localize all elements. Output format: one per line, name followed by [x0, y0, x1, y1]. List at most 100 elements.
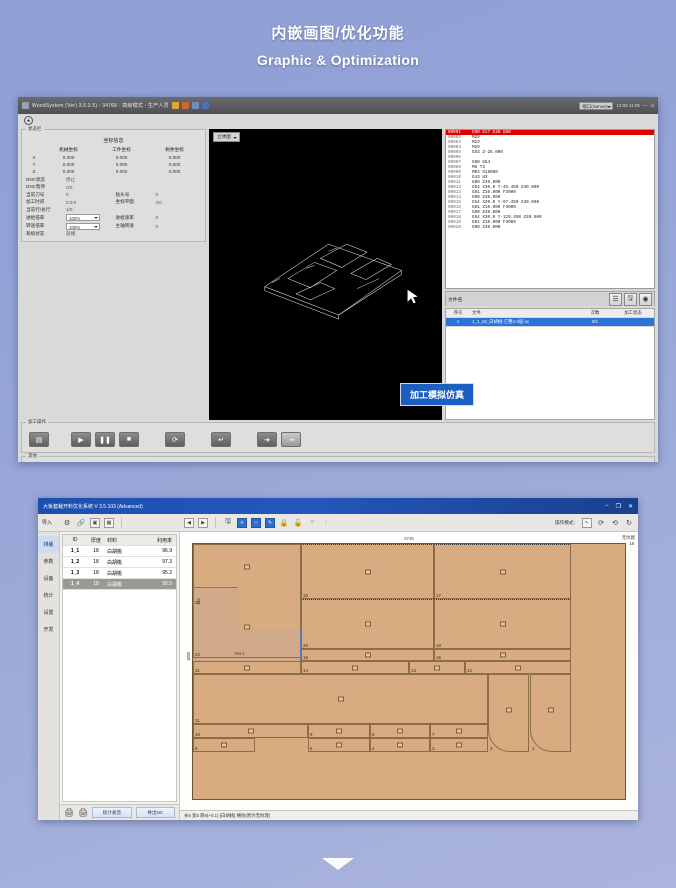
align-icon[interactable]: ≡	[307, 518, 317, 528]
pause-button[interactable]: ❚❚	[95, 432, 115, 447]
sheet-material: 白胡桃	[107, 581, 123, 588]
sidebar-item-stats[interactable]: 统计	[38, 587, 59, 604]
list-item[interactable]: 20	[301, 599, 434, 649]
list-icon[interactable]: ☰	[609, 292, 622, 306]
nesting-layout-canvas[interactable]: 18 1830 23 22 763.2 752 19 17 20 18 16 1…	[182, 541, 636, 810]
link-icon[interactable]: 🔗	[76, 518, 86, 528]
unlock-icon[interactable]: 🔓	[293, 518, 303, 528]
next-page-icon[interactable]: ▶	[198, 517, 209, 528]
gear-icon[interactable]: ⚙	[62, 518, 72, 528]
info-icon[interactable]	[191, 102, 199, 109]
part-id: 3	[432, 746, 435, 751]
nesting-application-window: 大板套裁开料优化系统 V 3.5.103 (Advanced) − ❐ ✕ 导入…	[38, 498, 638, 820]
feed-rate-select[interactable]: 100%	[66, 214, 100, 221]
list-item[interactable]: 3	[430, 738, 488, 752]
part-id: 12	[467, 668, 472, 673]
sheet-table[interactable]: ID 厚度 材料 利用率 1_1 18 白胡桃 96.9 1_2 18 白胡桃 …	[62, 534, 177, 802]
list-item[interactable]: 5	[308, 738, 370, 752]
image-icon[interactable]: ▣	[90, 517, 101, 528]
list-item[interactable]: 13	[409, 661, 465, 674]
remove-icon[interactable]: －	[251, 517, 262, 528]
list-item[interactable]: 10	[193, 724, 308, 738]
list-item[interactable]: 9	[308, 724, 370, 738]
rotate-ccw-icon[interactable]: ⟲	[610, 518, 620, 528]
skip-button[interactable]: ⇥	[281, 432, 301, 447]
sidebar-item-develop[interactable]: 开发	[38, 621, 59, 638]
list-item[interactable]: 4	[370, 738, 430, 752]
open-icon[interactable]: 🖫	[624, 292, 637, 306]
list-item[interactable]: 6	[193, 738, 255, 752]
rotate-cw-icon[interactable]: ⟳	[596, 518, 606, 528]
file-table[interactable]: 序号 文件 次数 加工状态 1 1_1_18_白胡桃-它整4-3层.nc 0/1	[445, 308, 655, 420]
print-icon[interactable]: 🖨	[64, 808, 74, 817]
list-item[interactable]: 11	[193, 674, 488, 724]
list-item[interactable]: 00020 G00 Z40.000	[446, 225, 654, 230]
lock-icon[interactable]: 🔒	[279, 518, 289, 528]
start-button[interactable]: ▶	[71, 432, 91, 447]
sidebar-item-layout[interactable]: 排版	[38, 536, 59, 553]
sheet-height-dim: 1830	[186, 651, 191, 661]
table-row[interactable]: 1_3 18 白胡桃 95.2	[63, 568, 176, 579]
page-header: 内嵌画图/优化功能 Graphic & Optimization	[0, 0, 676, 68]
export-nc-button[interactable]: 导出NC	[135, 807, 175, 818]
spindle-rate-select[interactable]: 100%	[66, 222, 100, 230]
list-item[interactable]: 8	[370, 724, 430, 738]
y-work-value: 0.000	[115, 162, 128, 167]
minimize-icon[interactable]: —	[643, 103, 648, 108]
sidebar-item-device[interactable]: 设备	[38, 570, 59, 587]
maximize-icon[interactable]: ❐	[616, 503, 621, 510]
other-group-title: 其他	[26, 453, 39, 459]
edit-icon[interactable]: ✎	[265, 517, 276, 528]
list-item[interactable]: 14	[301, 661, 409, 674]
cnc-3d-viewport[interactable]: 立体图	[209, 129, 442, 420]
grid-icon[interactable]: ▦	[104, 517, 115, 528]
minimize-icon[interactable]: −	[605, 503, 609, 509]
sidebar-item-settings[interactable]: 设置	[38, 604, 59, 621]
list-item[interactable]: 1	[530, 674, 571, 752]
table-row[interactable]: 1 1_1_18_白胡桃-它整4-3层.nc 0/1	[446, 318, 654, 327]
table-row[interactable]: 1_2 18 白胡桃 97.3	[63, 557, 176, 568]
forward-button[interactable]: ➜	[257, 432, 277, 447]
part-label-mark	[515, 665, 521, 670]
close-icon[interactable]: ✕	[628, 503, 633, 510]
prev-page-icon[interactable]: ◀	[184, 517, 195, 528]
docs-icon[interactable]	[201, 102, 209, 109]
list-item[interactable]: 17	[434, 544, 571, 599]
list-item[interactable]: 16	[301, 649, 434, 661]
list-item[interactable]: 12	[465, 661, 571, 674]
list-item[interactable]: 18	[434, 599, 571, 649]
list-item[interactable]: 7	[430, 724, 488, 738]
list-item[interactable]: 2	[488, 674, 529, 752]
axis-label-z: Z	[32, 169, 36, 174]
user-icon[interactable]	[171, 102, 179, 109]
part-id: 21	[195, 668, 200, 673]
import-button[interactable]: 导入	[42, 519, 52, 526]
camera-icon[interactable]: ◉	[639, 292, 652, 306]
refresh-icon[interactable]: ↻	[624, 518, 634, 528]
list-item[interactable]: 15	[434, 649, 571, 661]
stop-button[interactable]: ■	[119, 432, 139, 447]
sidebar-item-params[interactable]: 参数	[38, 553, 59, 570]
return-button[interactable]: ↵	[211, 432, 231, 447]
list-item[interactable]: 19	[301, 544, 434, 599]
calendar-icon[interactable]	[181, 102, 189, 109]
part-id: 16	[303, 655, 308, 660]
print-all-icon[interactable]: 🖨	[78, 808, 88, 817]
toolbar-divider	[121, 517, 123, 528]
cursor-icon[interactable]: ↖	[582, 517, 592, 528]
network-select[interactable]: 端口(Server)	[579, 101, 614, 110]
scroll-down-arrow-icon[interactable]	[322, 858, 354, 870]
reset-button[interactable]: ⟳	[165, 432, 185, 447]
table-row[interactable]: 1_1 18 白胡桃 96.9	[63, 546, 176, 557]
power-icon[interactable]: ⏻	[650, 103, 654, 108]
part-label-mark	[244, 624, 250, 630]
save-icon[interactable]: 🖫	[223, 518, 233, 528]
dist-icon[interactable]: ⋮	[321, 518, 331, 528]
view-mode-select[interactable]: 立体图	[213, 132, 240, 142]
list-item[interactable]: 21	[193, 661, 301, 674]
label-stats-button[interactable]: 统计板签	[92, 807, 132, 818]
gcode-listing[interactable]: 00001 G90 G17 G40 G80 00002 M29 00003 M2…	[445, 129, 655, 289]
add-icon[interactable]: ＋	[237, 517, 248, 528]
open-file-button[interactable]: ▤	[29, 432, 49, 447]
table-row[interactable]: 1_4 18 白胡桃 95.5	[63, 579, 176, 590]
